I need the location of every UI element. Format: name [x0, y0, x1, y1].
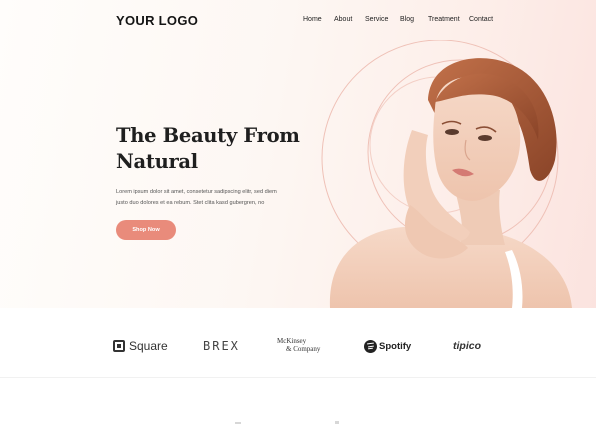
hero-headline: The Beauty From Natural — [116, 123, 316, 175]
hero-description: Lorem ipsum dolor sit amet, consetetur s… — [116, 187, 286, 209]
nav-blog[interactable]: Blog — [400, 16, 414, 23]
hero-description-line2: justo duo dolores et ea rebum. Stet clit… — [116, 200, 265, 206]
site-logo[interactable]: YOUR LOGO — [116, 13, 198, 28]
brand-logo-mckinsey: McKinsey & Company — [277, 337, 337, 353]
hero-portrait-illustration — [321, 40, 572, 308]
brand-logo-tipico: tipico — [453, 340, 481, 352]
square-icon — [113, 340, 125, 352]
next-section-hint — [235, 421, 339, 424]
portrait-eye-left — [445, 129, 459, 135]
brand-mckinsey-line2: & Company — [286, 345, 321, 353]
brand-spotify-label: Spotify — [379, 340, 412, 352]
brand-square-label: Square — [129, 339, 168, 353]
spotify-icon — [364, 339, 377, 353]
brand-mckinsey-line1: McKinsey — [277, 337, 307, 345]
brand-logo-spotify: Spotify — [364, 331, 411, 361]
nav-about[interactable]: About — [334, 16, 352, 23]
brand-logo-brex: BREX — [203, 339, 240, 353]
shop-now-button[interactable]: Shop Now — [116, 220, 176, 240]
nav-contact[interactable]: Contact — [469, 16, 493, 23]
nav-home[interactable]: Home — [303, 16, 322, 23]
nav-service[interactable]: Service — [365, 16, 388, 23]
hero-section: YOUR LOGO Home About Service Blog Treatm… — [0, 0, 596, 308]
nav-treatment[interactable]: Treatment — [428, 16, 460, 23]
hero-description-line1: Lorem ipsum dolor sit amet, consetetur s… — [116, 189, 277, 195]
brand-logo-square: Square — [113, 331, 168, 361]
hero-headline-line1: The Beauty From — [116, 124, 300, 147]
hero-headline-line2: Natural — [116, 150, 198, 173]
portrait-eye-right — [478, 135, 492, 141]
